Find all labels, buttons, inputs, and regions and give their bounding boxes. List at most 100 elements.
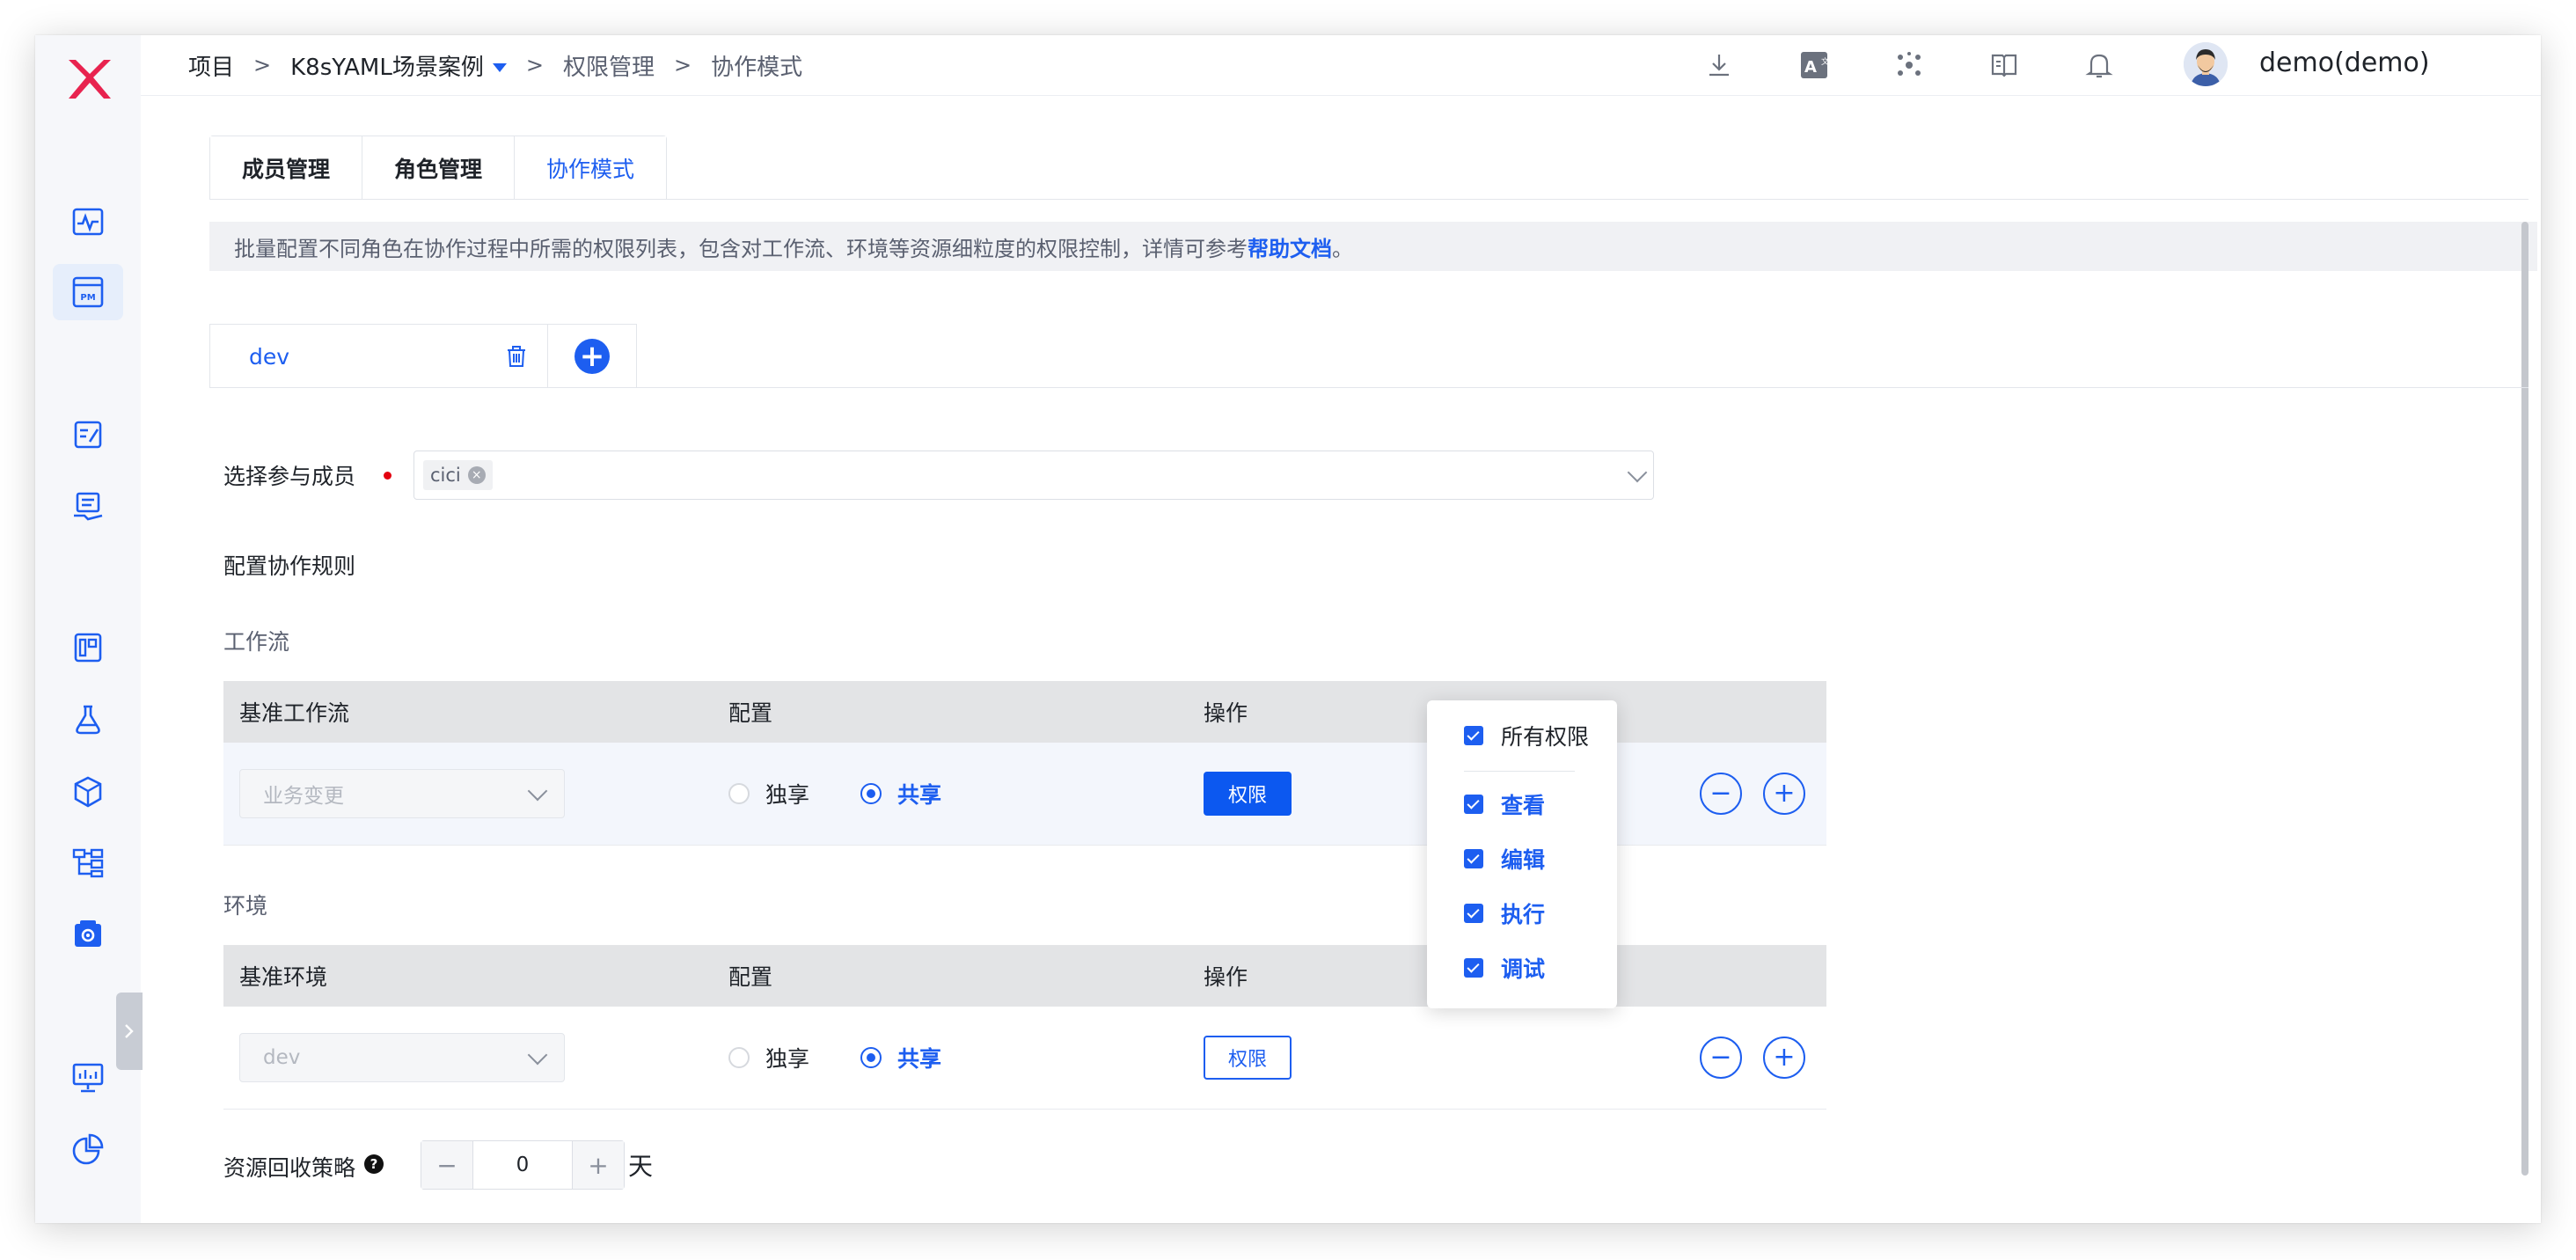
svg-text:PM: PM (80, 293, 95, 303)
recycle-value[interactable]: 0 (473, 1141, 572, 1189)
permission-button[interactable]: 权限 (1204, 1036, 1292, 1080)
cluster-icon (1898, 52, 1921, 76)
header-base-env: 基准环境 (239, 964, 328, 990)
header-config: 配置 (728, 700, 773, 726)
notice-suffix: 。 (1332, 236, 1353, 261)
sidebar-item-screen[interactable] (53, 1049, 123, 1105)
svg-text:文: 文 (1821, 56, 1829, 67)
sidebar-collapse-toggle[interactable] (116, 993, 143, 1070)
breadcrumb-project-label: K8sYAML场景案例 (290, 54, 484, 81)
collab-tabs: dev + (209, 324, 637, 388)
radio-exclusive[interactable]: 独享 (728, 778, 809, 809)
sidebar-item-delivery[interactable] (53, 479, 123, 535)
sidebar-item-pm[interactable]: PM (53, 264, 123, 320)
svg-text:A: A (1804, 58, 1817, 77)
breadcrumb-section[interactable]: 权限管理 (563, 49, 655, 82)
download-button[interactable] (1672, 48, 1767, 83)
add-collab-button[interactable]: + (548, 325, 636, 388)
workflow-section-title: 工作流 (223, 629, 290, 655)
member-chip: cici × (423, 460, 493, 490)
radio-shared[interactable]: 共享 (860, 778, 941, 809)
share-radio-group: 独享 共享 (728, 778, 941, 809)
sidebar-item-test[interactable] (53, 692, 123, 748)
required-marker (384, 472, 392, 480)
book-icon (1991, 54, 2017, 77)
language-button[interactable]: A文 (1767, 48, 1862, 83)
notifications-button[interactable] (2052, 48, 2147, 83)
perm-view-label: 查看 (1501, 793, 1546, 818)
perm-run-checkbox[interactable]: 执行 (1464, 897, 1545, 929)
help-doc-link[interactable]: 帮助文档 (1248, 231, 1332, 262)
pie-chart-icon (72, 1133, 104, 1165)
breadcrumb-separator: > (525, 53, 544, 77)
plus-circle-icon: + (574, 339, 610, 374)
env-select-value: dev (263, 1046, 301, 1069)
user-name[interactable]: demo(demo) (2259, 48, 2430, 78)
perm-debug-checkbox[interactable]: 调试 (1464, 952, 1545, 984)
header-action: 操作 (1204, 964, 1248, 990)
sidebar-item-stats[interactable] (53, 1121, 123, 1177)
sidebar-item-dashboard[interactable] (53, 619, 123, 676)
radio-exclusive[interactable]: 独享 (728, 1042, 809, 1073)
workflow-select[interactable]: 业务变更 (239, 769, 565, 818)
presentation-icon (72, 1063, 104, 1093)
sidebar-item-pipeline[interactable] (53, 834, 123, 890)
plugins-button[interactable] (1862, 48, 1957, 83)
remove-row-button[interactable]: − (1700, 1037, 1742, 1079)
chevron-down-icon (527, 1044, 548, 1066)
increment-button[interactable]: + (572, 1141, 624, 1189)
perm-edit-checkbox[interactable]: 编辑 (1464, 843, 1545, 875)
radio-exclusive-label: 独享 (765, 1046, 810, 1072)
pm-board-icon: PM (72, 276, 104, 308)
caret-down-icon[interactable] (492, 63, 507, 72)
env-select[interactable]: dev (239, 1033, 565, 1082)
collab-tab-divider (209, 387, 2528, 388)
header-base-workflow: 基准工作流 (239, 700, 350, 726)
checkbox-checked-icon (1464, 849, 1483, 868)
member-select[interactable]: cici × (413, 451, 1654, 500)
sidebar-item-artifact[interactable] (53, 764, 123, 820)
workflow-select-value: 业务变更 (263, 785, 344, 808)
tab-divider (209, 199, 2528, 200)
perm-all-checkbox[interactable]: 所有权限 (1464, 720, 1589, 751)
sidebar-item-settings[interactable] (53, 906, 123, 963)
sidebar-item-notes[interactable] (53, 407, 123, 463)
checkbox-checked-icon (1464, 904, 1483, 923)
docs-button[interactable] (1957, 48, 2052, 83)
checkbox-checked-icon (1464, 795, 1483, 814)
header-action: 操作 (1204, 700, 1248, 726)
tab-roles[interactable]: 角色管理 (362, 136, 516, 200)
tab-bar: 成员管理 角色管理 协作模式 (209, 136, 668, 200)
tree-icon (72, 848, 104, 878)
recycle-unit: 天 (628, 1152, 654, 1181)
tab-members[interactable]: 成员管理 (210, 136, 363, 200)
monitor-hand-icon (74, 492, 103, 521)
perm-view-checkbox[interactable]: 查看 (1464, 788, 1545, 820)
permission-popover: 所有权限 查看 编辑 执行 调试 (1427, 700, 1617, 1008)
user-avatar-icon (2184, 42, 2228, 86)
add-row-button[interactable]: + (1763, 1037, 1805, 1079)
remove-row-button[interactable]: − (1700, 773, 1742, 815)
close-icon[interactable]: × (467, 466, 486, 484)
chevron-right-icon (125, 1024, 134, 1038)
decrement-button[interactable]: − (421, 1141, 473, 1189)
table-row: dev 独享 共享 权限 − + (223, 1007, 1826, 1110)
add-row-button[interactable]: + (1763, 773, 1805, 815)
help-icon[interactable]: ? (364, 1154, 384, 1174)
members-label: 选择参与成员 (223, 464, 356, 489)
permission-button[interactable]: 权限 (1204, 772, 1292, 816)
collab-tab-dev[interactable]: dev (210, 325, 548, 388)
trash-icon[interactable] (505, 344, 528, 369)
popover-divider (1464, 771, 1575, 772)
tab-collab-mode[interactable]: 协作模式 (515, 136, 667, 200)
breadcrumb-project[interactable]: K8sYAML场景案例 (290, 49, 507, 82)
perm-edit-label: 编辑 (1501, 847, 1546, 873)
settings-box-icon (75, 920, 101, 947)
avatar[interactable] (2184, 42, 2228, 86)
logo-icon[interactable] (56, 51, 120, 107)
breadcrumb-separator: > (253, 53, 272, 77)
radio-shared[interactable]: 共享 (860, 1042, 941, 1073)
breadcrumb-root[interactable]: 项目 (188, 49, 234, 82)
vertical-scrollbar[interactable] (2521, 222, 2528, 1176)
sidebar-item-monitor[interactable] (53, 194, 123, 250)
